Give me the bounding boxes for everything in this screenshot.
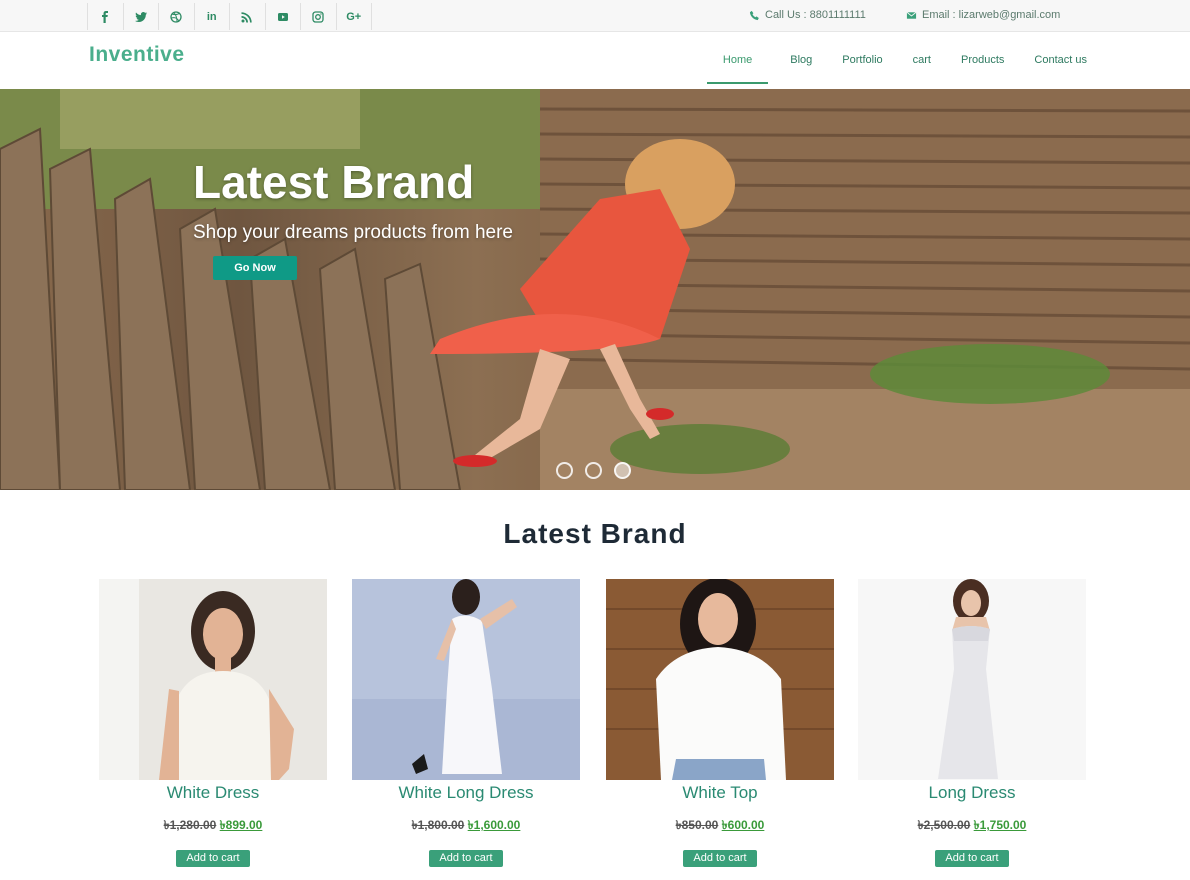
nav-portfolio[interactable]: Portfolio [834, 48, 890, 84]
phone-contact: Call Us : 8801111111 [749, 9, 866, 21]
new-price: ৳1,600.00 [467, 818, 521, 832]
product-card: White Long Dress ৳1,800.00 ৳1,600.00 Add… [352, 579, 580, 867]
section-title: Latest Brand [503, 518, 687, 549]
product-price: ৳2,500.00 ৳1,750.00 [858, 817, 1086, 837]
product-price: ৳850.00 ৳600.00 [606, 817, 834, 837]
youtube-icon[interactable] [266, 3, 301, 30]
nav-home[interactable]: Home [706, 48, 769, 84]
slider-dot-1[interactable] [556, 462, 573, 479]
twitter-icon[interactable] [124, 3, 159, 30]
product-card: White Top ৳850.00 ৳600.00 Add to cart [606, 579, 834, 867]
slider-dot-2[interactable] [585, 462, 602, 479]
phone-text: Call Us : 8801111111 [765, 9, 866, 21]
nav-products[interactable]: Products [953, 48, 1012, 84]
old-price: ৳1,800.00 [411, 818, 465, 832]
product-card: White Dress ৳1,280.00 ৳899.00 Add to car… [99, 579, 327, 867]
new-price: ৳600.00 [721, 818, 765, 832]
old-price: ৳850.00 [675, 818, 719, 832]
product-image[interactable] [99, 579, 327, 780]
site-header: Inventive Home Blog Portfolio cart Produ… [0, 32, 1190, 89]
envelope-icon [906, 11, 917, 19]
product-image[interactable] [858, 579, 1086, 780]
social-links: in G+ [87, 3, 372, 30]
product-card: Long Dress ৳2,500.00 ৳1,750.00 Add to ca… [858, 579, 1086, 867]
new-price: ৳899.00 [219, 818, 263, 832]
hero-background-image [0, 89, 1190, 490]
dribbble-icon[interactable] [159, 3, 195, 30]
google-plus-icon[interactable]: G+ [337, 3, 372, 30]
email-text: Email : lizarweb@gmail.com [922, 9, 1061, 21]
add-to-cart-button[interactable]: Add to cart [683, 850, 757, 867]
go-now-button[interactable]: Go Now [213, 256, 297, 280]
old-price: ৳1,280.00 [163, 818, 217, 832]
slider-dot-3[interactable] [614, 462, 631, 479]
nav-contact[interactable]: Contact us [1026, 48, 1095, 84]
hero-slider: Latest Brand Shop your dreams products f… [0, 89, 1190, 490]
product-name[interactable]: White Long Dress [352, 783, 580, 803]
facebook-icon[interactable] [88, 3, 124, 30]
nav-blog[interactable]: Blog [782, 48, 820, 84]
email-contact: Email : lizarweb@gmail.com [906, 9, 1060, 21]
add-to-cart-button[interactable]: Add to cart [176, 850, 250, 867]
hero-title: Latest Brand [193, 156, 475, 208]
product-price: ৳1,800.00 ৳1,600.00 [352, 817, 580, 837]
product-name[interactable]: Long Dress [858, 783, 1086, 803]
hero-subtitle: Shop your dreams products from here [193, 222, 513, 243]
new-price: ৳1,750.00 [973, 818, 1027, 832]
product-image[interactable] [606, 579, 834, 780]
product-image[interactable] [352, 579, 580, 780]
nav-cart[interactable]: cart [905, 48, 939, 84]
top-bar: in G+ Call Us : 8801111111 Email : lizar… [0, 0, 1190, 32]
rss-icon[interactable] [230, 3, 266, 30]
old-price: ৳2,500.00 [917, 818, 971, 832]
product-name[interactable]: White Top [606, 783, 834, 803]
product-name[interactable]: White Dress [99, 783, 327, 803]
phone-icon [749, 10, 759, 20]
add-to-cart-button[interactable]: Add to cart [935, 850, 1009, 867]
product-price: ৳1,280.00 ৳899.00 [99, 817, 327, 837]
main-nav: Home Blog Portfolio cart Products Contac… [693, 48, 1095, 84]
instagram-icon[interactable] [301, 3, 337, 30]
add-to-cart-button[interactable]: Add to cart [429, 850, 503, 867]
linkedin-icon[interactable]: in [195, 3, 230, 30]
slider-dots [556, 462, 643, 479]
site-logo[interactable]: Inventive [89, 43, 185, 67]
